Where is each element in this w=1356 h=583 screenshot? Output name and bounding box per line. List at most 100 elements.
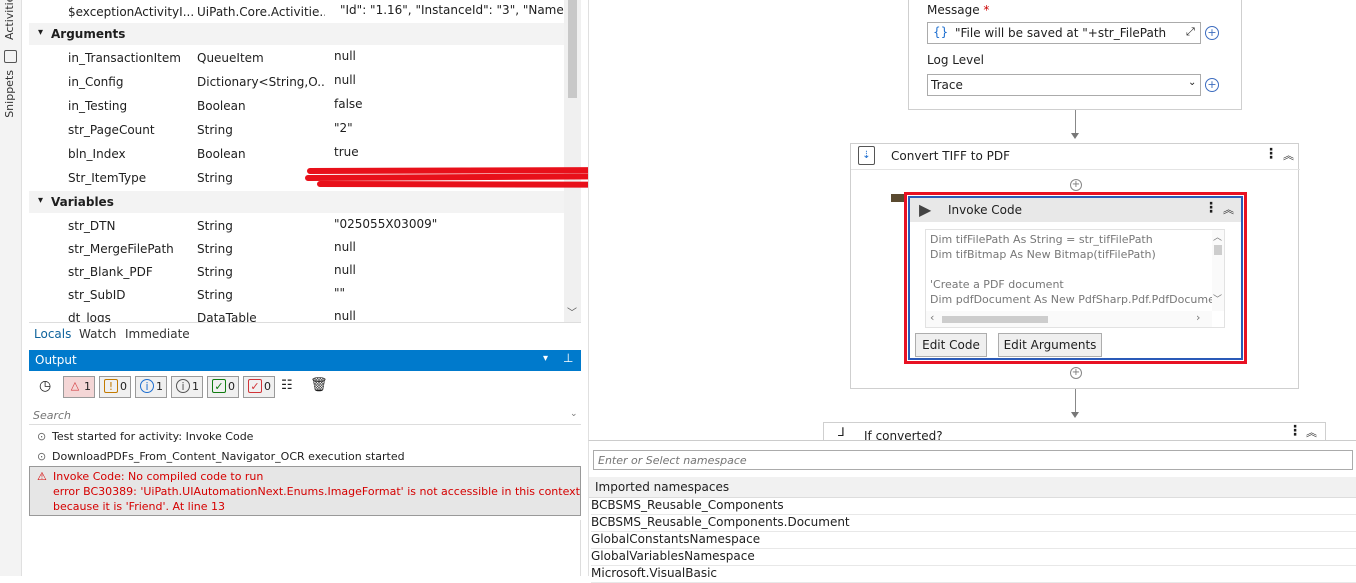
warning-icon: ! <box>104 379 118 393</box>
activities-tab[interactable]: Activities <box>3 0 16 40</box>
clock-icon[interactable]: ◷ <box>39 378 51 394</box>
table-row[interactable]: str_DTN String "025055X03009" <box>29 214 564 238</box>
output-header: Output ▾ ⊥ <box>29 350 581 371</box>
more-options-icon[interactable]: ⋮ <box>1204 200 1218 216</box>
pin-icon[interactable]: ⊥ <box>563 351 573 365</box>
chevron-down-icon[interactable]: ⌄ <box>1188 77 1196 88</box>
tab-immediate[interactable]: Immediate <box>125 327 190 341</box>
error-icon: △ <box>70 379 80 392</box>
table-row[interactable]: in_Config Dictionary<String,O... null <box>29 70 564 94</box>
list-item[interactable]: GlobalVariablesNamespace <box>591 549 1356 566</box>
tab-watch[interactable]: Watch <box>79 327 116 341</box>
section-title: Arguments <box>51 27 126 41</box>
sequence-icon: ⇣ <box>858 146 875 165</box>
code-preview[interactable]: Dim tifFilePath As String = str_tifFileP… <box>925 229 1225 328</box>
filter-info-button[interactable]: i1 <box>135 376 167 398</box>
variable-type: String <box>197 123 233 137</box>
log-level-select[interactable]: Trace ⌄ <box>927 74 1201 96</box>
chevron-up-icon[interactable]: ︿ <box>1213 230 1222 243</box>
variable-name: dt_logs <box>68 311 111 322</box>
variable-type: String <box>197 242 233 256</box>
output-title: Output <box>35 353 77 367</box>
message-field[interactable]: {} "File will be saved at "+str_FilePath… <box>927 22 1201 44</box>
table-row[interactable]: str_MergeFilePath String null <box>29 237 564 261</box>
namespaces-header-text: Imported namespaces <box>595 480 730 494</box>
edit-arguments-button[interactable]: Edit Arguments <box>998 333 1102 357</box>
more-options-icon[interactable]: ⋮ <box>1288 423 1302 439</box>
filter-check-button[interactable]: ✓ 0 <box>243 376 275 398</box>
collapse-icon[interactable]: ︽ <box>1283 147 1294 163</box>
add-activity-icon[interactable]: + <box>1070 367 1082 379</box>
table-row[interactable]: in_Testing Boolean false <box>29 94 564 118</box>
scrollbar-thumb[interactable] <box>1214 245 1222 255</box>
variable-name: str_Blank_PDF <box>68 265 153 279</box>
code-vertical-scrollbar[interactable]: ︿ ﹀ <box>1212 230 1224 311</box>
table-row[interactable]: str_Blank_PDF String null <box>29 260 564 284</box>
locals-scrollbar[interactable]: ﹀ <box>564 0 581 322</box>
chevron-right-icon[interactable]: › <box>1196 311 1200 324</box>
scrollbar-thumb[interactable] <box>942 316 1048 323</box>
filter-warning-button[interactable]: ! 0 <box>99 376 131 398</box>
collapse-all-icon[interactable]: ☷ <box>281 378 293 393</box>
filter-success-button[interactable]: ✓ 0 <box>207 376 239 398</box>
trace-icon: i <box>176 379 190 393</box>
variable-type: String <box>197 265 233 279</box>
side-tab-strip: Activities Snippets <box>0 0 22 576</box>
connector-line <box>1075 389 1076 414</box>
output-search[interactable]: ⌄ <box>29 407 581 425</box>
variable-name: in_Testing <box>68 99 128 113</box>
invoke-code-activity[interactable]: ▶ Invoke Code ⋮ ︽ Dim tifFilePath As Str… <box>908 196 1243 360</box>
chevron-down-icon[interactable]: ⌄ <box>570 409 578 419</box>
tab-locals[interactable]: Locals <box>34 327 71 341</box>
list-item[interactable]: GlobalConstantsNamespace <box>591 532 1356 549</box>
filter-error-button[interactable]: △ 1 <box>63 376 95 398</box>
more-options-icon[interactable]: ⋮ <box>1264 146 1278 162</box>
log-message-activity[interactable]: Message * {} "File will be saved at "+st… <box>908 0 1242 110</box>
arguments-section-header[interactable]: ▾ Arguments <box>29 23 564 45</box>
namespaces-header: Imported namespaces <box>589 477 1356 498</box>
trash-icon[interactable]: 🗑 <box>310 377 328 393</box>
table-row[interactable]: $exceptionActivityI... UiPath.Core.Activ… <box>29 0 569 24</box>
table-row[interactable]: str_PageCount String "2" <box>29 118 564 142</box>
add-activity-icon[interactable]: + <box>1070 179 1082 191</box>
chevron-down-icon[interactable]: ﹀ <box>1213 292 1222 305</box>
variable-name: str_MergeFilePath <box>68 242 174 256</box>
list-item[interactable]: BCBSMS_Reusable_Components <box>591 498 1356 515</box>
chevron-down-icon[interactable]: ▾ <box>543 353 548 364</box>
collapse-icon[interactable]: ︽ <box>1223 201 1234 217</box>
scrollbar-thumb[interactable] <box>568 0 577 98</box>
info-icon: i <box>140 379 154 393</box>
variable-name: Str_ItemType <box>68 171 147 185</box>
variable-type: DataTable <box>197 311 257 322</box>
variables-section-header[interactable]: ▾ Variables <box>29 191 564 213</box>
namespace-input[interactable] <box>593 450 1353 470</box>
chevron-left-icon[interactable]: ‹ <box>930 311 934 324</box>
snippets-tab[interactable]: Snippets <box>3 70 16 118</box>
collapse-icon[interactable]: ︽ <box>1306 424 1317 440</box>
debug-tab-bar: Locals Watch Immediate <box>29 322 581 344</box>
edit-code-button[interactable]: Edit Code <box>915 333 987 357</box>
variable-type: QueueItem <box>197 51 264 65</box>
output-toolbar: ◷ △ 1! 0 i 1 i 1 ✓ 0 ✓ 0 ☷ 🗑 <box>29 375 581 403</box>
table-row[interactable]: str_SubID String "" <box>29 283 564 307</box>
list-item[interactable]: BCBSMS_Reusable_Components.Document <box>591 515 1356 532</box>
table-row[interactable]: in_TransactionItem QueueItem null <box>29 46 564 70</box>
code-horizontal-scrollbar[interactable]: ‹ › <box>926 311 1212 327</box>
trace-icon: ⊙ <box>37 430 47 443</box>
variable-value: null <box>334 49 356 63</box>
divider <box>851 169 1300 170</box>
table-row[interactable]: dt_logs DataTable null <box>29 306 564 322</box>
log-level-value: Trace <box>931 78 963 92</box>
variable-value: true <box>334 145 359 159</box>
expand-icon[interactable]: ⤢ <box>1186 25 1195 39</box>
locals-panel: $exceptionActivityI... UiPath.Core.Activ… <box>29 0 581 322</box>
error-message[interactable]: ⚠ Invoke Code: No compiled code to run e… <box>29 466 581 516</box>
filter-count: 0 <box>228 380 235 393</box>
add-icon[interactable]: + <box>1205 78 1219 92</box>
search-input[interactable] <box>29 407 559 424</box>
add-icon[interactable]: + <box>1205 26 1219 40</box>
expression-icon[interactable]: {} <box>933 25 948 39</box>
chevron-down-icon[interactable]: ﹀ <box>567 304 577 319</box>
list-item[interactable]: Microsoft.VisualBasic <box>591 566 1356 583</box>
filter-trace-button[interactable]: i1 <box>171 376 203 398</box>
